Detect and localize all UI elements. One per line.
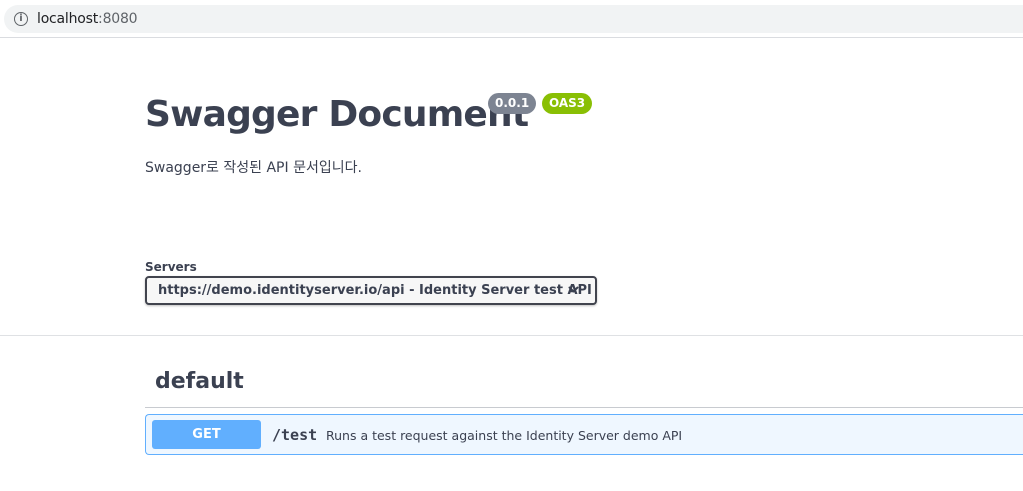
- tag-divider: [145, 407, 1023, 408]
- url-port: :8080: [98, 11, 138, 27]
- browser-address-bar: i localhost:8080: [0, 0, 1023, 38]
- url-field[interactable]: i localhost:8080: [4, 5, 1023, 33]
- tag-default-title[interactable]: default: [155, 369, 244, 394]
- selected-server: https://demo.identityserver.io/api - Ide…: [158, 283, 592, 298]
- method-badge-get: GET: [152, 420, 261, 449]
- page-title: Swagger Document: [145, 94, 529, 135]
- operation-summary: Runs a test request against the Identity…: [326, 428, 683, 443]
- info-icon[interactable]: i: [14, 12, 28, 26]
- url-host: localhost: [37, 11, 99, 27]
- chevron-down-icon: [568, 286, 579, 293]
- operation-path: /test: [272, 426, 318, 444]
- api-description: Swagger로 작성된 API 문서입니다.: [145, 160, 362, 176]
- servers-select[interactable]: https://demo.identityserver.io/api - Ide…: [145, 276, 597, 305]
- section-divider: [0, 335, 1023, 336]
- operation-get-test[interactable]: GET /test Runs a test request against th…: [145, 414, 1023, 455]
- url-text[interactable]: localhost:8080: [37, 11, 138, 27]
- servers-label: Servers: [145, 260, 197, 274]
- oas-badge: OAS3: [542, 93, 593, 114]
- version-badge: 0.0.1: [488, 93, 537, 114]
